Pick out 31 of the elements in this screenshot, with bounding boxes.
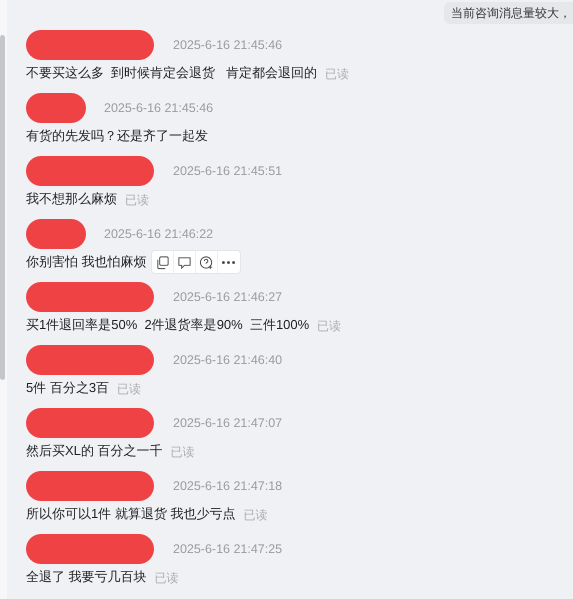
message-text: 不要买这么多 到时候肯定会退货 肯定都会退回的 bbox=[26, 64, 318, 82]
message-text: 你别害怕 我也怕麻烦 bbox=[26, 253, 147, 272]
read-status: 已读 bbox=[125, 192, 149, 209]
read-status: 已读 bbox=[243, 507, 268, 524]
message-text: 我不想那么麻烦 bbox=[26, 190, 117, 208]
message-text: 买1件退回率是50% 2件退货率是90% 三件100% bbox=[26, 316, 310, 334]
more-icon bbox=[222, 260, 236, 264]
read-status: 已读 bbox=[117, 381, 142, 398]
message-timestamp: 2025-6-16 21:47:25 bbox=[173, 540, 282, 558]
message-text: 全退了 我要亏几百块 bbox=[26, 568, 147, 586]
read-status: 已读 bbox=[317, 318, 342, 335]
read-status: 已读 bbox=[325, 66, 350, 83]
read-status: 已读 bbox=[170, 444, 195, 461]
read-status: 已读 bbox=[154, 570, 179, 587]
message-timestamp: 2025-6-16 21:46:27 bbox=[173, 288, 282, 306]
message-text: 然后买XL的 百分之一千 bbox=[26, 442, 163, 460]
message-text: 所以你可以1件 就算退货 我也少亏点 bbox=[26, 505, 236, 524]
speech-bubble-icon bbox=[176, 254, 192, 270]
message-timestamp: 2025-6-16 21:45:46 bbox=[104, 100, 214, 117]
message-timestamp: 2025-6-16 21:47:07 bbox=[173, 414, 282, 432]
message-timestamp: 2025-6-16 21:45:51 bbox=[173, 162, 282, 180]
message-timestamp: 2025-6-16 21:46:22 bbox=[104, 226, 214, 243]
message-timestamp: 2025-6-16 21:45:46 bbox=[173, 36, 282, 54]
message-timestamp: 2025-6-16 21:47:18 bbox=[173, 478, 282, 495]
copy-icon bbox=[154, 254, 170, 270]
message-timestamp: 2025-6-16 21:46:40 bbox=[173, 352, 282, 369]
question-icon bbox=[198, 254, 214, 270]
scrollbar-thumb[interactable] bbox=[0, 35, 5, 380]
notice-pill: 当前咨询消息量较大， bbox=[444, 2, 573, 24]
message-text: 有货的先发吗？还是齐了一起发 bbox=[26, 127, 208, 146]
message-text: 5件 百分之3百 bbox=[26, 379, 110, 398]
